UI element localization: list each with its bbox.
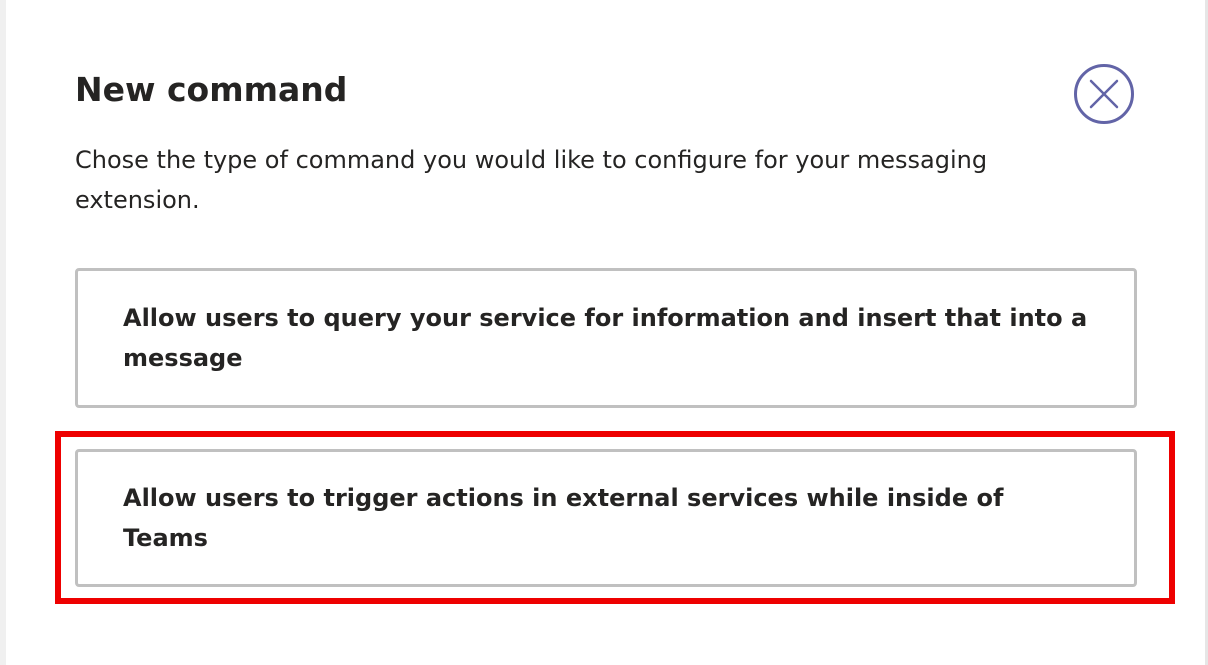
option-label: Allow users to query your service for in…: [123, 304, 1088, 372]
option-query-service[interactable]: Allow users to query your service for in…: [75, 268, 1137, 408]
new-command-dialog: New command Chose the type of command yo…: [0, 0, 1208, 665]
dialog-title: New command: [75, 70, 348, 109]
close-button[interactable]: [1074, 64, 1134, 124]
close-icon: [1089, 79, 1119, 109]
option-trigger-actions[interactable]: Allow users to trigger actions in extern…: [75, 449, 1137, 587]
option-label: Allow users to trigger actions in extern…: [123, 484, 1004, 552]
left-edge-divider: [0, 0, 6, 665]
dialog-description: Chose the type of command you would like…: [75, 146, 988, 214]
